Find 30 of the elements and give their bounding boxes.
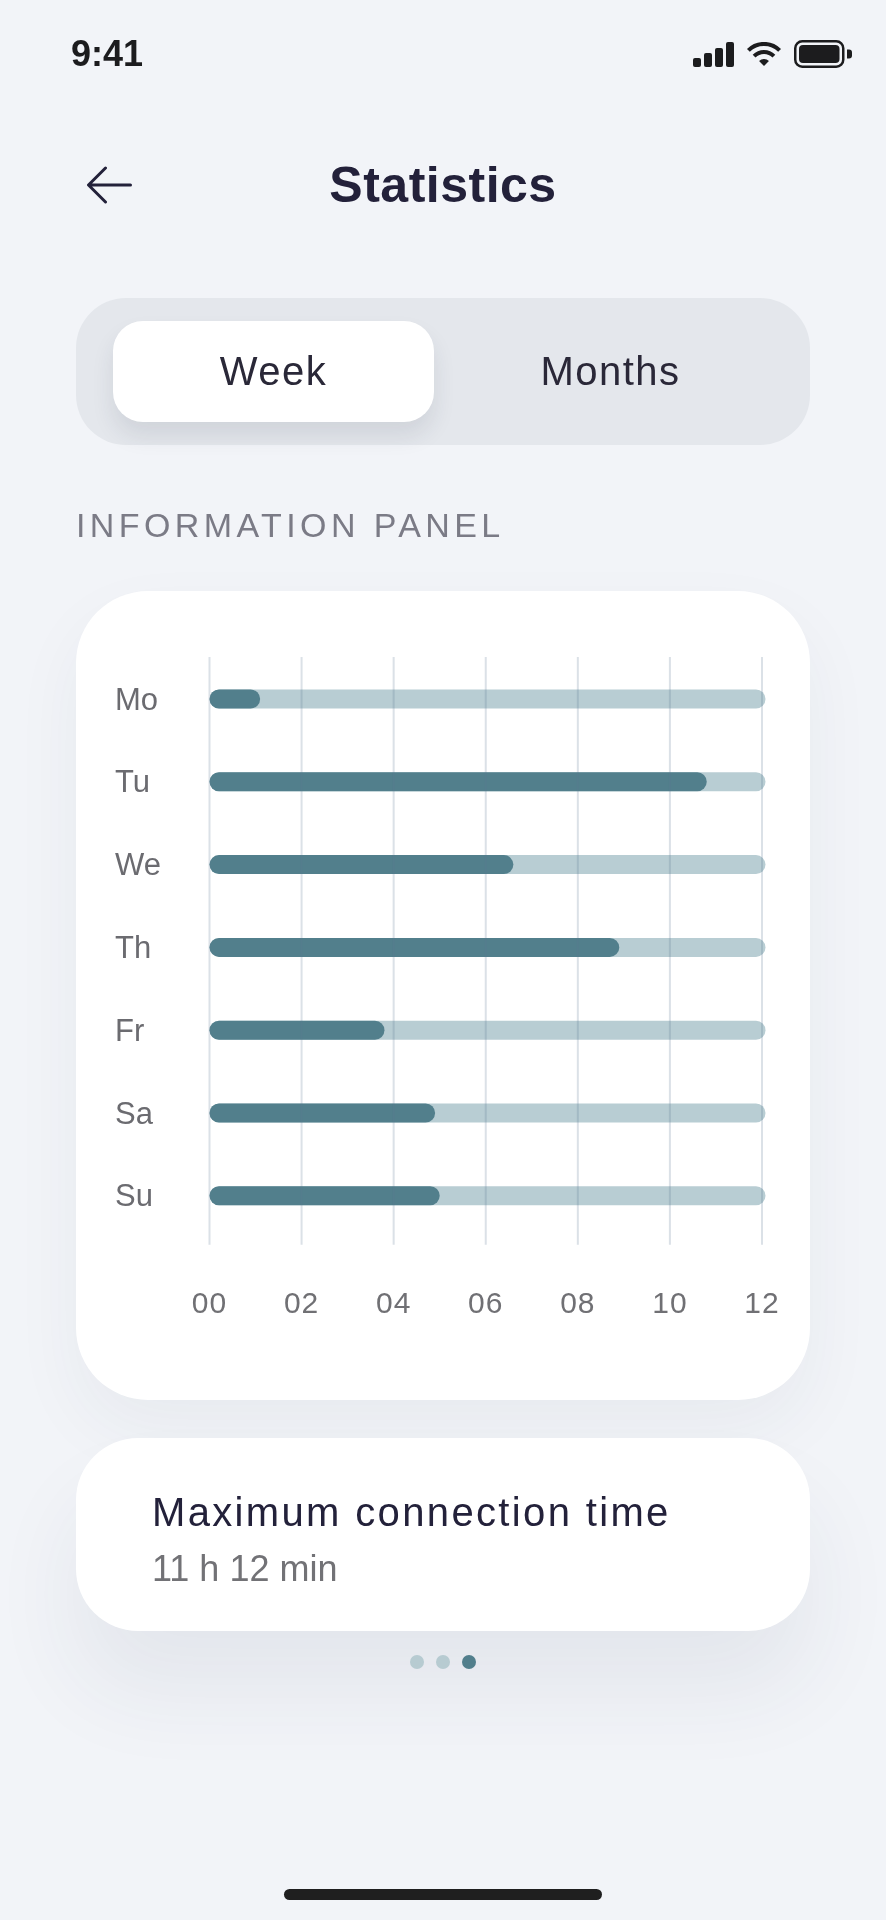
tick-label: 04 [376,1286,412,1320]
screen-title: Statistics [329,156,557,215]
segment-tab[interactable]: Months [434,321,787,422]
tick-label: 06 [468,1286,504,1320]
section-heading: INFORMATION PANEL [76,505,505,545]
tick-label: 00 [191,1286,228,1320]
back-button[interactable] [86,166,132,204]
bar [209,689,261,709]
day-label: Su [115,1178,153,1214]
day-label: Th [115,929,152,965]
day-label: Tu [115,764,151,800]
page-dot[interactable] [436,1655,450,1669]
day-label: Fr [115,1012,145,1048]
signal-icon [693,41,734,67]
day-label: Mo [115,681,159,717]
tick-label: 10 [652,1286,688,1320]
tick-label: 08 [560,1286,596,1320]
segment-tab[interactable]: Week [113,321,434,422]
page-dot[interactable] [410,1655,424,1669]
summary-value: 11 h 12 min [152,1547,338,1591]
day-label: Sa [115,1095,153,1131]
summary-title: Maximum connection time [152,1489,671,1536]
back-arrow-icon [86,166,132,204]
tick-label: 02 [283,1286,320,1320]
tick-label: 12 [744,1286,780,1320]
battery-icon [794,40,852,68]
status-time: 9:41 [71,34,144,74]
day-label: We [115,847,161,883]
wifi-icon [746,41,782,67]
page-dot[interactable] [462,1655,476,1669]
